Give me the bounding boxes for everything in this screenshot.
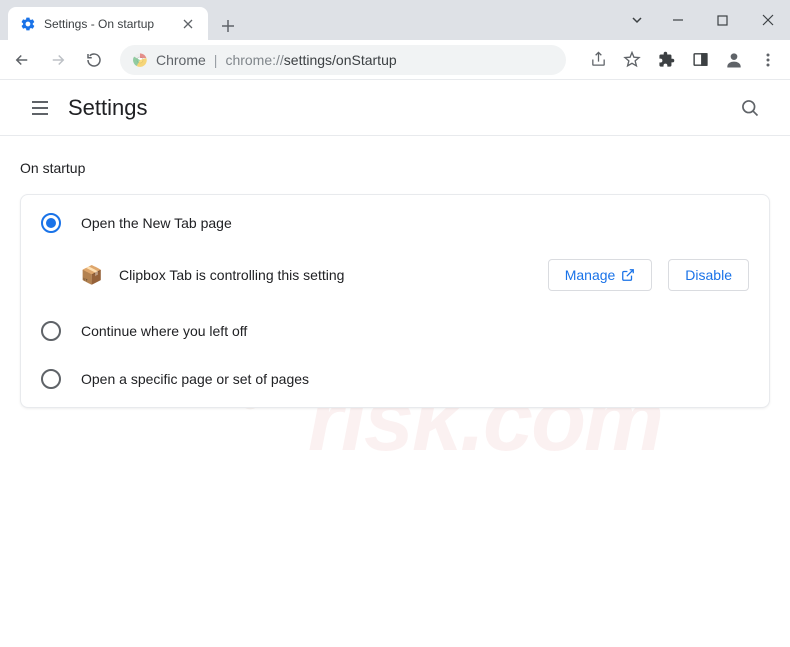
url-separator: |: [214, 52, 218, 68]
url-scheme-label: Chrome: [156, 52, 206, 68]
settings-header: Settings: [0, 80, 790, 136]
radio-new-tab[interactable]: [41, 213, 61, 233]
extension-notice-row: 📦 Clipbox Tab is controlling this settin…: [21, 247, 769, 307]
url-path: settings/onStartup: [284, 52, 397, 68]
disable-button[interactable]: Disable: [668, 259, 749, 291]
share-button[interactable]: [582, 44, 614, 76]
manage-label: Manage: [565, 267, 616, 283]
package-icon: 📦: [81, 264, 103, 286]
hamburger-menu-button[interactable]: [20, 88, 60, 128]
back-button[interactable]: [6, 44, 38, 76]
startup-options-card: Open the New Tab page 📦 Clipbox Tab is c…: [20, 194, 770, 408]
close-window-button[interactable]: [745, 0, 790, 40]
open-in-new-icon: [621, 268, 635, 282]
browser-tab[interactable]: Settings - On startup: [8, 7, 208, 40]
section-title: On startup: [20, 160, 770, 176]
address-bar[interactable]: Chrome | chrome://settings/onStartup: [120, 45, 566, 75]
search-settings-button[interactable]: [730, 88, 770, 128]
option-continue[interactable]: Continue where you left off: [21, 307, 769, 355]
chrome-logo-icon: [132, 52, 148, 68]
profile-button[interactable]: [718, 44, 750, 76]
close-tab-icon[interactable]: [180, 16, 196, 32]
browser-toolbar: Chrome | chrome://settings/onStartup: [0, 40, 790, 80]
forward-button[interactable]: [42, 44, 74, 76]
url-prefix: chrome://: [225, 52, 283, 68]
maximize-button[interactable]: [700, 0, 745, 40]
window-titlebar: Settings - On startup: [0, 0, 790, 40]
extension-notice-text: Clipbox Tab is controlling this setting: [119, 267, 532, 283]
option-label: Continue where you left off: [81, 323, 247, 339]
tab-search-button[interactable]: [619, 0, 655, 40]
radio-specific[interactable]: [41, 369, 61, 389]
side-panel-button[interactable]: [684, 44, 716, 76]
gear-icon: [20, 16, 36, 32]
tab-title: Settings - On startup: [44, 17, 172, 31]
bookmark-button[interactable]: [616, 44, 648, 76]
disable-label: Disable: [685, 267, 732, 283]
settings-content: On startup Open the New Tab page 📦 Clipb…: [0, 136, 790, 432]
chrome-menu-button[interactable]: [752, 44, 784, 76]
new-tab-button[interactable]: [214, 12, 242, 40]
option-label: Open a specific page or set of pages: [81, 371, 309, 387]
extensions-button[interactable]: [650, 44, 682, 76]
option-new-tab[interactable]: Open the New Tab page: [21, 199, 769, 247]
reload-button[interactable]: [78, 44, 110, 76]
minimize-button[interactable]: [655, 0, 700, 40]
manage-button[interactable]: Manage: [548, 259, 653, 291]
page-title: Settings: [68, 95, 730, 121]
option-label: Open the New Tab page: [81, 215, 232, 231]
radio-continue[interactable]: [41, 321, 61, 341]
option-specific[interactable]: Open a specific page or set of pages: [21, 355, 769, 403]
